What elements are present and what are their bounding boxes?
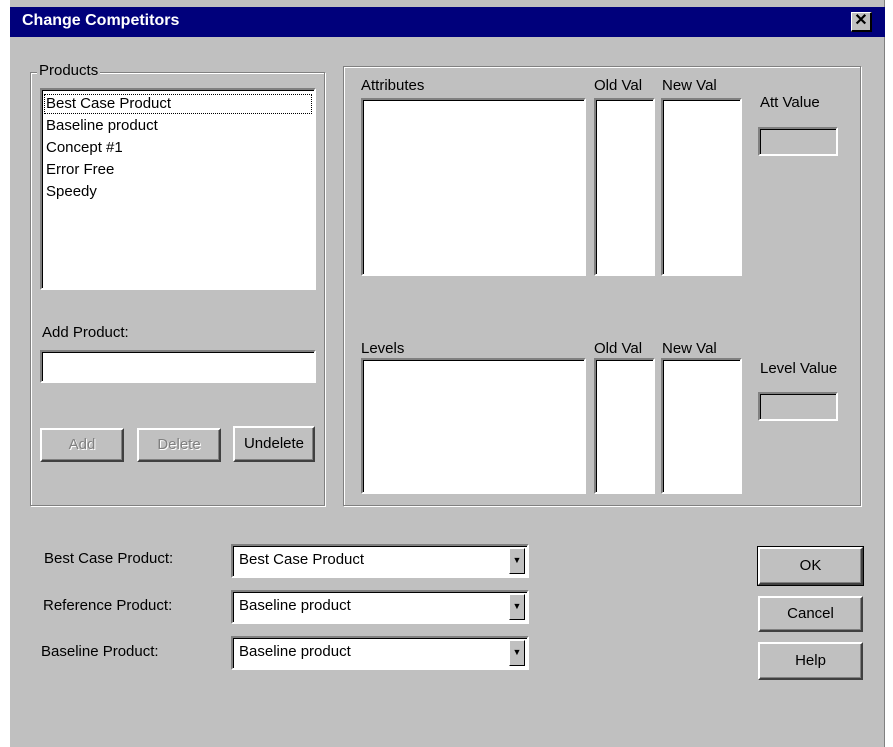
best-case-product-label: Best Case Product: bbox=[44, 550, 174, 567]
list-item[interactable]: Speedy bbox=[46, 182, 97, 202]
attributes-old-val-header: Old Val bbox=[594, 77, 643, 94]
att-value-field bbox=[758, 127, 838, 156]
reference-product-select[interactable]: Baseline product ▼ bbox=[231, 590, 529, 624]
title-bar: Change Competitors bbox=[10, 7, 885, 37]
level-value-field bbox=[758, 392, 838, 421]
list-item[interactable]: Baseline product bbox=[46, 116, 158, 136]
undelete-button[interactable]: Undelete bbox=[233, 426, 315, 462]
reference-product-label: Reference Product: bbox=[43, 597, 173, 614]
chevron-down-icon[interactable]: ▼ bbox=[509, 548, 525, 574]
levels-header: Levels bbox=[361, 340, 405, 357]
level-value-label: Level Value bbox=[760, 360, 838, 377]
products-list[interactable]: Best Case Product Baseline product Conce… bbox=[40, 88, 316, 290]
chevron-down-icon[interactable]: ▼ bbox=[509, 594, 525, 620]
att-value-label: Att Value bbox=[760, 94, 820, 111]
help-button[interactable]: Help bbox=[758, 642, 863, 680]
attributes-list[interactable] bbox=[361, 98, 586, 276]
baseline-product-select[interactable]: Baseline product ▼ bbox=[231, 636, 529, 670]
add-product-label: Add Product: bbox=[42, 324, 129, 341]
ok-button[interactable]: OK bbox=[757, 546, 864, 586]
list-item[interactable]: Concept #1 bbox=[46, 138, 123, 158]
list-item[interactable]: Error Free bbox=[46, 160, 114, 180]
add-product-input[interactable] bbox=[40, 350, 316, 383]
chevron-down-icon[interactable]: ▼ bbox=[509, 640, 525, 666]
levels-old-val-header: Old Val bbox=[594, 340, 643, 357]
attributes-header: Attributes bbox=[361, 77, 425, 94]
add-button[interactable]: Add bbox=[40, 428, 124, 462]
close-button[interactable]: ✕ bbox=[851, 12, 872, 32]
close-icon: ✕ bbox=[854, 12, 868, 29]
levels-new-val-header: New Val bbox=[662, 340, 717, 357]
levels-old-val-list[interactable] bbox=[594, 358, 655, 494]
best-case-product-select[interactable]: Best Case Product ▼ bbox=[231, 544, 529, 578]
list-item[interactable]: Best Case Product bbox=[44, 94, 312, 114]
attributes-old-val-list[interactable] bbox=[594, 98, 655, 276]
products-group-label: Products bbox=[37, 62, 101, 79]
window-title: Change Competitors bbox=[22, 12, 180, 29]
attributes-new-val-list[interactable] bbox=[661, 98, 742, 276]
levels-new-val-list[interactable] bbox=[661, 358, 742, 494]
cancel-button[interactable]: Cancel bbox=[758, 596, 863, 632]
baseline-product-label: Baseline Product: bbox=[41, 643, 159, 660]
attributes-new-val-header: New Val bbox=[662, 77, 717, 94]
levels-list[interactable] bbox=[361, 358, 586, 494]
delete-button[interactable]: Delete bbox=[137, 428, 221, 462]
